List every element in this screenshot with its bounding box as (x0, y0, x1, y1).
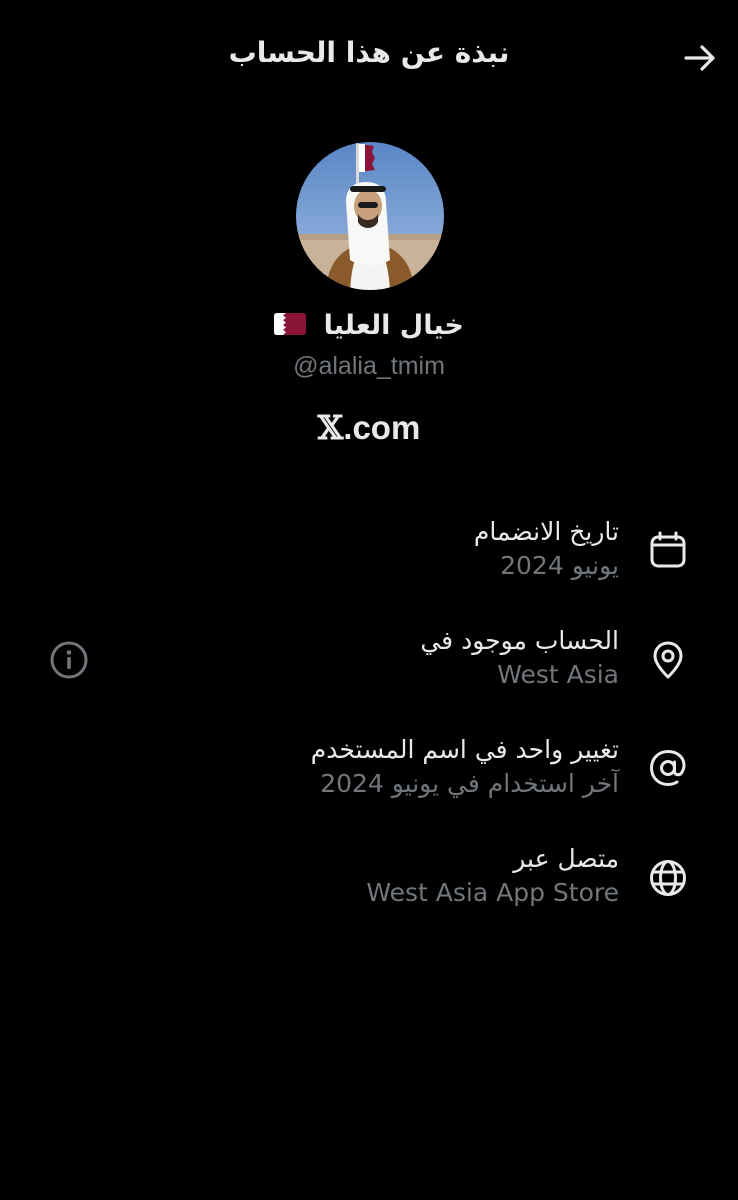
back-button[interactable] (678, 38, 722, 78)
connected-via-value: West Asia App Store (366, 878, 619, 907)
x-logo-icon: 𝕏 (317, 408, 344, 447)
at-sign-icon (648, 748, 688, 788)
qatar-flag-icon (274, 312, 307, 335)
profile-name-row: خيال العليا (0, 310, 738, 341)
website-link-text: .com (343, 409, 421, 446)
info-button[interactable] (49, 640, 89, 680)
profile-photo (296, 142, 444, 290)
location-label: الحساب موجود في (420, 626, 619, 655)
username-changes-row: تغيير واحد في اسم المستخدم آخر استخدام ف… (79, 733, 619, 801)
join-date-label: تاريخ الانضمام (473, 517, 619, 546)
page-title: نبذة عن هذا الحساب (228, 36, 510, 69)
connected-via-label: متصل عبر (513, 844, 619, 873)
display-name: خيال العليا (323, 310, 464, 341)
website-link[interactable]: 𝕏.com (0, 408, 738, 447)
username-changes-label: تغيير واحد في اسم المستخدم (310, 735, 619, 764)
calendar-icon (648, 530, 688, 570)
info-icon (50, 641, 88, 679)
join-date-row: تاريخ الانضمام يونيو 2024 (79, 515, 619, 583)
avatar[interactable] (296, 142, 444, 290)
arrow-right-icon (684, 45, 715, 71)
username-changes-value: آخر استخدام في يونيو 2024 (320, 769, 619, 798)
connected-via-row: متصل عبر West Asia App Store (79, 842, 619, 910)
globe-icon (648, 858, 688, 898)
user-handle: @alalia_tmim (293, 352, 445, 380)
location-value: West Asia (497, 660, 619, 689)
join-date-value: يونيو 2024 (500, 551, 619, 580)
location-row: الحساب موجود في West Asia (79, 624, 619, 692)
location-pin-icon (648, 640, 688, 680)
